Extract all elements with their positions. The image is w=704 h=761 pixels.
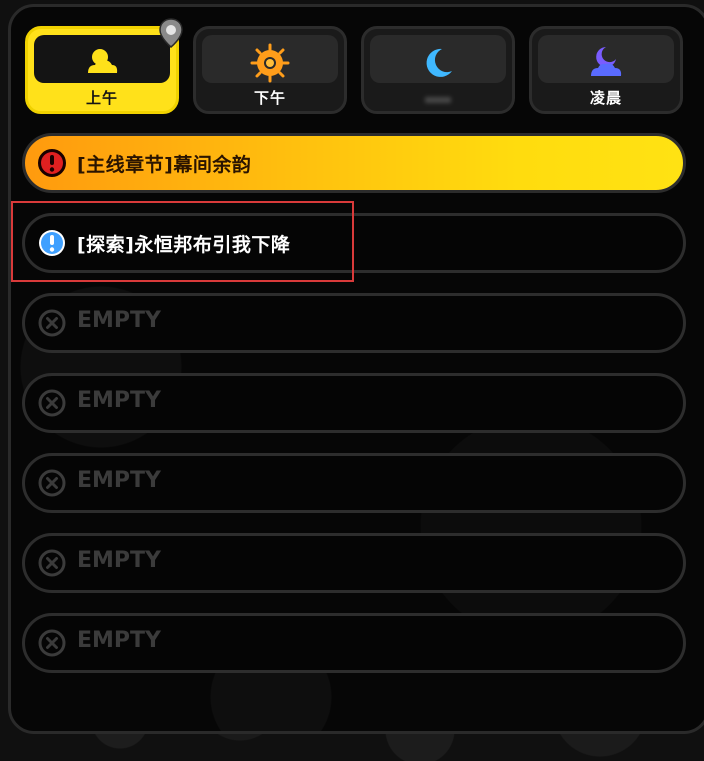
tab-afternoon[interactable]: 下午	[193, 26, 347, 114]
tab-label: 下午	[253, 89, 286, 107]
obscured-label	[425, 97, 451, 103]
game-screen: 上午 下午 凌晨 [主线章节]幕间余韵 [探索]永恒邦布引我下降 EMPTY E…	[0, 0, 704, 761]
crescent-moon-icon	[426, 48, 452, 77]
quest-row-empty: EMPTY	[22, 453, 686, 513]
tab-morning[interactable]: 上午	[25, 26, 179, 114]
quest-row-empty: EMPTY	[22, 373, 686, 433]
sun-icon	[250, 43, 290, 83]
x-circle-icon	[38, 549, 66, 577]
moon-cloud-icon	[591, 47, 622, 76]
quest-title: [主线章节]幕间余韵	[77, 154, 252, 176]
tab-evening[interactable]	[361, 26, 515, 114]
tab-label: 上午	[85, 89, 118, 107]
quest-row-empty: EMPTY	[22, 533, 686, 593]
highlight-box	[11, 201, 354, 282]
tab-label	[364, 87, 512, 107]
tab-late-night[interactable]: 凌晨	[529, 26, 683, 114]
tab-icon-frame	[202, 35, 338, 83]
x-circle-icon	[38, 469, 66, 497]
empty-label: EMPTY	[77, 628, 161, 653]
tab-icon-frame	[538, 35, 674, 83]
empty-label: EMPTY	[77, 388, 161, 413]
time-tabs: 上午 下午 凌晨	[25, 26, 685, 116]
x-circle-icon	[38, 309, 66, 337]
empty-label: EMPTY	[77, 468, 161, 493]
exclamation-red-icon	[38, 149, 66, 177]
empty-label: EMPTY	[77, 548, 161, 573]
x-circle-icon	[38, 389, 66, 417]
tab-icon-frame	[34, 35, 170, 83]
empty-label: EMPTY	[77, 308, 161, 333]
quest-row-main[interactable]: [主线章节]幕间余韵	[22, 133, 686, 193]
tab-icon-frame	[370, 35, 506, 83]
x-circle-icon	[38, 629, 66, 657]
quest-row-empty: EMPTY	[22, 613, 686, 673]
sun-cloud-icon	[88, 49, 118, 73]
location-pin-icon	[159, 18, 183, 48]
quest-row-empty: EMPTY	[22, 293, 686, 353]
tab-label: 凌晨	[589, 89, 622, 107]
